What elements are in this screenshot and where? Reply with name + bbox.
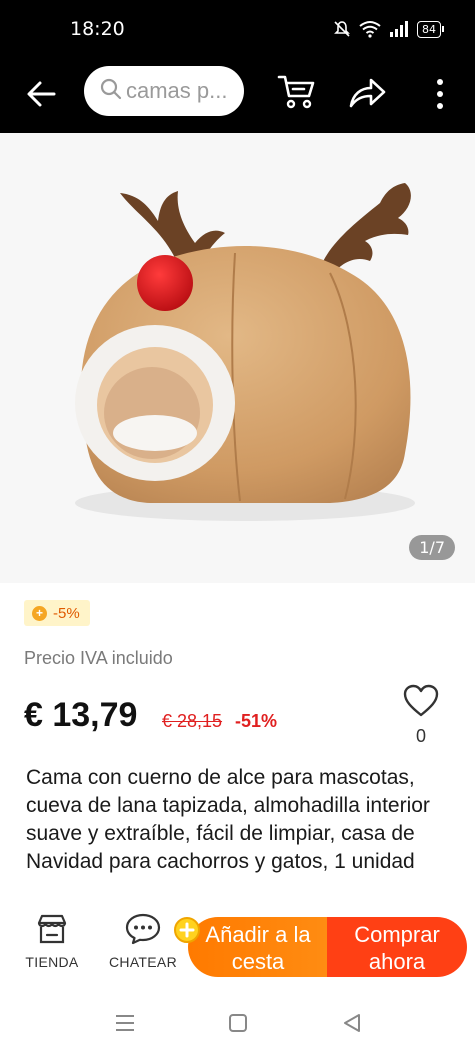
coin-icon (172, 915, 202, 945)
menu-icon[interactable] (114, 1013, 136, 1038)
store-label: TIENDA (25, 954, 79, 970)
discount-badge: + -5% (24, 600, 90, 626)
original-price: € 28,15 (162, 711, 223, 731)
search-input[interactable]: camas p... (84, 66, 244, 116)
signal-icon (389, 21, 409, 37)
chat-button[interactable]: CHATEAR (106, 913, 180, 970)
reindeer-pet-bed-illustration (75, 183, 415, 521)
home-icon[interactable] (228, 1013, 248, 1038)
battery-icon: 84 (417, 20, 444, 38)
search-icon (100, 78, 122, 105)
heart-icon[interactable] (403, 684, 439, 718)
cart-icon[interactable] (276, 74, 316, 110)
status-icons: 84 (333, 20, 444, 38)
share-icon[interactable] (347, 76, 387, 110)
system-navigation-bar (0, 995, 475, 1056)
search-query: camas p... (126, 78, 228, 103)
coin-plus-icon: + (32, 605, 47, 621)
current-price: € 13,79 (24, 696, 138, 734)
add-to-cart-button[interactable]: Añadir a la cesta (188, 917, 328, 977)
status-bar: 18:20 84 (0, 0, 475, 58)
store-button[interactable]: TIENDA (22, 913, 82, 970)
chat-label: CHATEAR (109, 954, 177, 970)
wishlist-count: 0 (415, 726, 426, 746)
wifi-icon (359, 20, 381, 38)
buy-now-button[interactable]: Comprar ahora (327, 917, 467, 977)
mute-icon (333, 20, 351, 38)
discount-percentage: -51% (235, 711, 278, 731)
bottom-action-bar: TIENDA CHATEAR Añadir a la cesta Comprar… (0, 905, 475, 990)
store-icon (35, 913, 69, 948)
chat-icon (125, 913, 161, 948)
back-arrow-icon[interactable] (24, 76, 60, 112)
product-image[interactable]: 1/7 (0, 133, 475, 583)
product-title: Cama con cuerno de alce para mascotas, c… (26, 766, 430, 873)
discount-badge-text: -5% (53, 604, 80, 622)
top-bar: camas p... (0, 58, 475, 133)
vat-note: Precio IVA incluido (24, 648, 173, 668)
status-time: 18:20 (70, 18, 125, 40)
more-icon[interactable] (430, 76, 450, 112)
image-counter: 1/7 (409, 535, 455, 560)
back-triangle-icon[interactable] (342, 1013, 362, 1038)
